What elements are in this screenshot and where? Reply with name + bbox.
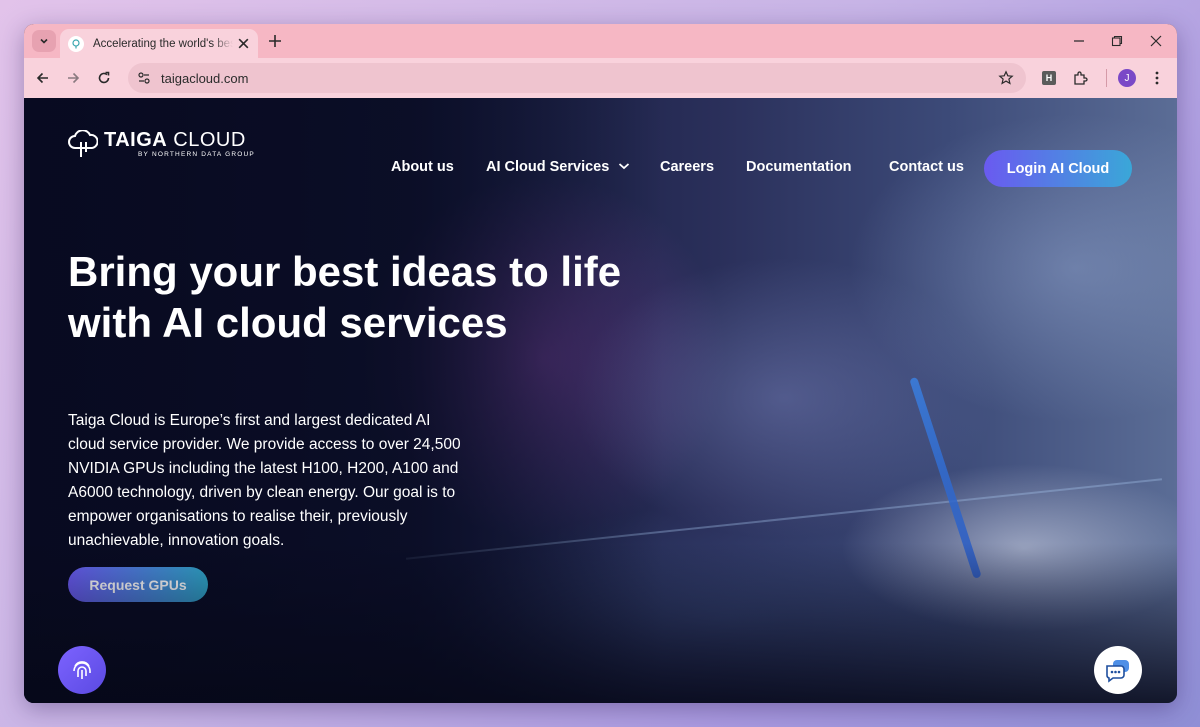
extension-h-icon[interactable]: H — [1042, 71, 1056, 85]
web-page: TAIGA CLOUD BY NORTHERN DATA GROUP About… — [24, 98, 1177, 703]
browser-tab[interactable]: Accelerating the world's best ideas — [60, 29, 258, 58]
close-icon[interactable] — [237, 37, 250, 50]
chat-widget-button[interactable] — [1094, 646, 1142, 694]
fingerprint-icon — [73, 661, 91, 679]
reload-icon[interactable] — [96, 70, 112, 86]
taiga-cloud-logo-icon — [68, 130, 98, 157]
nav-ai-cloud-services[interactable]: AI Cloud Services — [486, 159, 630, 175]
back-arrow-icon[interactable] — [35, 70, 51, 86]
minimize-icon[interactable] — [1072, 34, 1086, 48]
new-tab-icon[interactable] — [267, 33, 283, 49]
tab-title: Accelerating the world's best ideas — [93, 37, 233, 50]
chat-bubble-icon — [1106, 660, 1129, 683]
url-text: taigacloud.com — [161, 70, 249, 86]
chevron-down-icon — [40, 38, 48, 44]
request-gpus-button[interactable]: Request GPUs — [68, 567, 208, 602]
bookmark-star-icon[interactable] — [998, 70, 1014, 86]
tab-strip: Accelerating the world's best ideas — [24, 24, 1177, 58]
browser-window: Accelerating the world's best ideas taig… — [24, 24, 1177, 703]
nav-ai-cloud-services-label: AI Cloud Services — [486, 159, 610, 175]
nav-about-us[interactable]: About us — [391, 159, 454, 175]
site-favicon-icon — [68, 35, 84, 52]
restore-icon[interactable] — [1110, 34, 1124, 48]
login-ai-cloud-button[interactable]: Login AI Cloud — [984, 150, 1132, 187]
browser-toolbar: taigacloud.com H J — [24, 58, 1177, 98]
tab-search-button[interactable] — [32, 30, 56, 52]
hero-overlay — [24, 98, 664, 703]
profile-avatar[interactable]: J — [1118, 69, 1136, 87]
address-bar[interactable]: taigacloud.com — [128, 63, 1026, 93]
toolbar-divider — [1106, 69, 1107, 87]
background-photo-pen — [909, 376, 982, 579]
nav-contact-us[interactable]: Contact us — [889, 159, 964, 175]
privacy-settings-button[interactable] — [58, 646, 106, 694]
nav-careers[interactable]: Careers — [660, 159, 714, 175]
menu-kebab-icon[interactable] — [1149, 70, 1165, 86]
forward-arrow-icon[interactable] — [65, 70, 81, 86]
site-settings-icon[interactable] — [137, 71, 151, 85]
chevron-down-icon — [619, 163, 630, 170]
logo-name-light: CLOUD — [167, 129, 246, 151]
hero-description: Taiga Cloud is Europe’s first and larges… — [68, 412, 461, 549]
nav-documentation[interactable]: Documentation — [746, 159, 852, 175]
window-close-icon[interactable] — [1149, 34, 1163, 48]
hero-headline: Bring your best ideas to life with AI cl… — [68, 248, 622, 346]
logo-name-bold: TAIGA — [104, 129, 168, 151]
logo-subtitle: BY NORTHERN DATA GROUP — [138, 151, 255, 158]
extensions-puzzle-icon[interactable] — [1072, 70, 1088, 86]
site-logo[interactable]: TAIGA CLOUD BY NORTHERN DATA GROUP — [68, 130, 255, 158]
